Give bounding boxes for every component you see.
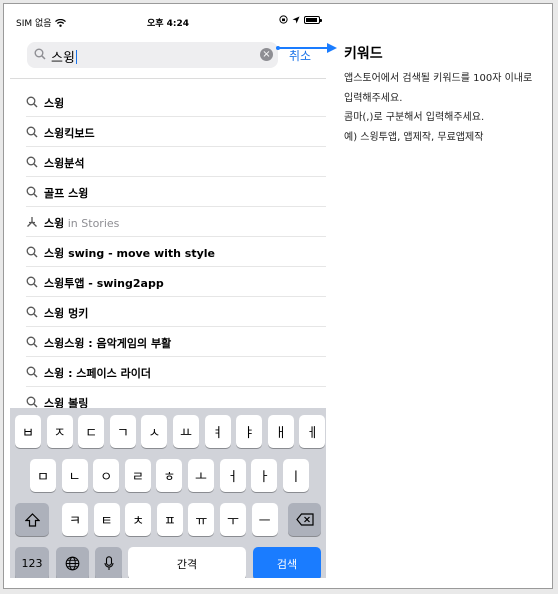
letter-key[interactable]: ㅎ [156,459,183,492]
shift-key[interactable] [15,503,49,536]
search-icon [26,336,38,348]
annotation-line: 콤마(,)로 구분해서 입력해주세요. [344,112,485,123]
screenshot-frame: SIM 없음 오후 4:24 스윙 × 취소 스윙 스윙킥보드 스윙분석 골프 … [3,3,553,589]
letter-key[interactable]: ㅈ [46,415,73,448]
letter-key[interactable]: ㅡ [251,503,278,536]
annotation-line: 입력해주세요. [344,93,403,104]
suggestion-item[interactable]: 스윙 : 스페이스 라이더 [26,357,326,387]
letter-key[interactable]: ㅑ [236,415,263,448]
suggestion-text: 스윙분석 [44,157,85,170]
letter-key[interactable]: ㅊ [125,503,152,536]
suggestion-item[interactable]: 스윙 [26,87,326,117]
dictation-key[interactable] [95,547,122,578]
letter-key[interactable]: ㅔ [299,415,326,448]
letter-key[interactable]: ㄱ [109,415,136,448]
suggestion-item[interactable]: 스윙투앱 - swing2app [26,267,326,297]
letter-key[interactable]: ㅓ [219,459,246,492]
letter-key[interactable]: ㅜ [220,503,246,536]
suggestion-text: 골프 스윙 [44,187,89,200]
search-key[interactable]: 검색 [253,547,321,578]
shift-icon [24,512,40,527]
letter-key[interactable]: ㅌ [93,503,120,536]
globe-key[interactable] [56,547,89,578]
letter-key[interactable]: ㅗ [188,459,214,492]
suggestion-list: 스윙 스윙킥보드 스윙분석 골프 스윙 스윙 in Stories 스윙 swing - … [10,87,326,417]
annotation-title: 키워드 [344,46,383,62]
space-key[interactable]: 간격 [128,547,246,578]
annotation-line: 앱스토어에서 검색될 키워드를 100자 이내로 [344,73,533,84]
letter-key[interactable]: ㅣ [282,459,309,492]
suggestion-text: 스윙 멍키 [44,307,89,320]
letter-key[interactable]: ㅇ [93,459,120,492]
letter-key[interactable]: ㅕ [204,415,231,448]
search-icon [26,186,38,198]
letter-key[interactable]: ㅛ [173,415,199,448]
letter-key[interactable]: ㅠ [188,503,215,536]
suggestion-item[interactable]: 스윙분석 [26,147,326,177]
phone-screen: SIM 없음 오후 4:24 스윙 × 취소 스윙 스윙킥보드 스윙분석 골프 … [10,10,326,578]
letter-key[interactable]: ㅅ [141,415,168,448]
suggestion-text: 스윙 [44,97,65,110]
suggestion-item[interactable]: 스윙 swing - move with style [26,237,326,267]
search-icon [26,126,38,138]
search-icon [26,276,38,288]
letter-key[interactable]: ㅍ [156,503,183,536]
app-store-icon [26,216,38,228]
suggestion-text: 스윙킥보드 [44,127,95,140]
suggestion-subtext: in Stories [67,217,120,230]
suggestion-text: 스윙스윙 : 음악게임의 부활 [44,337,172,350]
microphone-icon [103,556,114,570]
search-icon [26,306,38,318]
suggestion-text: 스윙 : 스페이스 라이더 [44,367,151,380]
letter-key[interactable]: ㄴ [61,459,88,492]
annotation-line: 예) 스윙투앱, 앱제작, 무료앱제작 [344,132,484,143]
letter-key[interactable]: ㅐ [267,415,294,448]
letter-key[interactable]: ㄹ [124,459,151,492]
numbers-key[interactable]: 123 [15,547,49,578]
letter-key[interactable]: ㅂ [15,415,41,448]
suggestion-item[interactable]: 스윙킥보드 [26,117,326,147]
letter-key[interactable]: ㅁ [30,459,56,492]
letter-key[interactable]: ㄷ [78,415,105,448]
suggestion-text: 스윙 swing - move with style [44,247,216,260]
search-icon [26,246,38,258]
letter-key[interactable]: ㅏ [251,459,278,492]
search-icon [26,396,38,408]
suggestion-item[interactable]: 스윙스윙 : 음악게임의 부활 [26,327,326,357]
suggestion-item[interactable]: 스윙 멍키 [26,297,326,327]
divider [10,78,326,79]
suggestion-item[interactable]: 골프 스윙 [26,177,326,207]
suggestion-text: 스윙 [44,217,65,230]
search-icon [26,96,38,108]
delete-key[interactable] [288,503,321,536]
backspace-icon [295,513,314,526]
letter-key[interactable]: ㅋ [62,503,88,536]
korean-keyboard: 123 간격 검색 ㅂㅈㄷㄱㅅㅛㅕㅑㅐㅔㅁㄴㅇㄹㅎㅗㅓㅏㅣㅋㅌㅊ ㅍ ㅠ ㅜ ㅡ [10,408,326,578]
suggestion-text: 스윙투앱 - swing2app [44,277,164,290]
search-icon [26,156,38,168]
suggestion-item[interactable]: 스윙 in Stories [26,207,326,237]
globe-icon [65,556,80,571]
search-icon [26,366,38,378]
callout-arrow-icon [276,43,337,53]
